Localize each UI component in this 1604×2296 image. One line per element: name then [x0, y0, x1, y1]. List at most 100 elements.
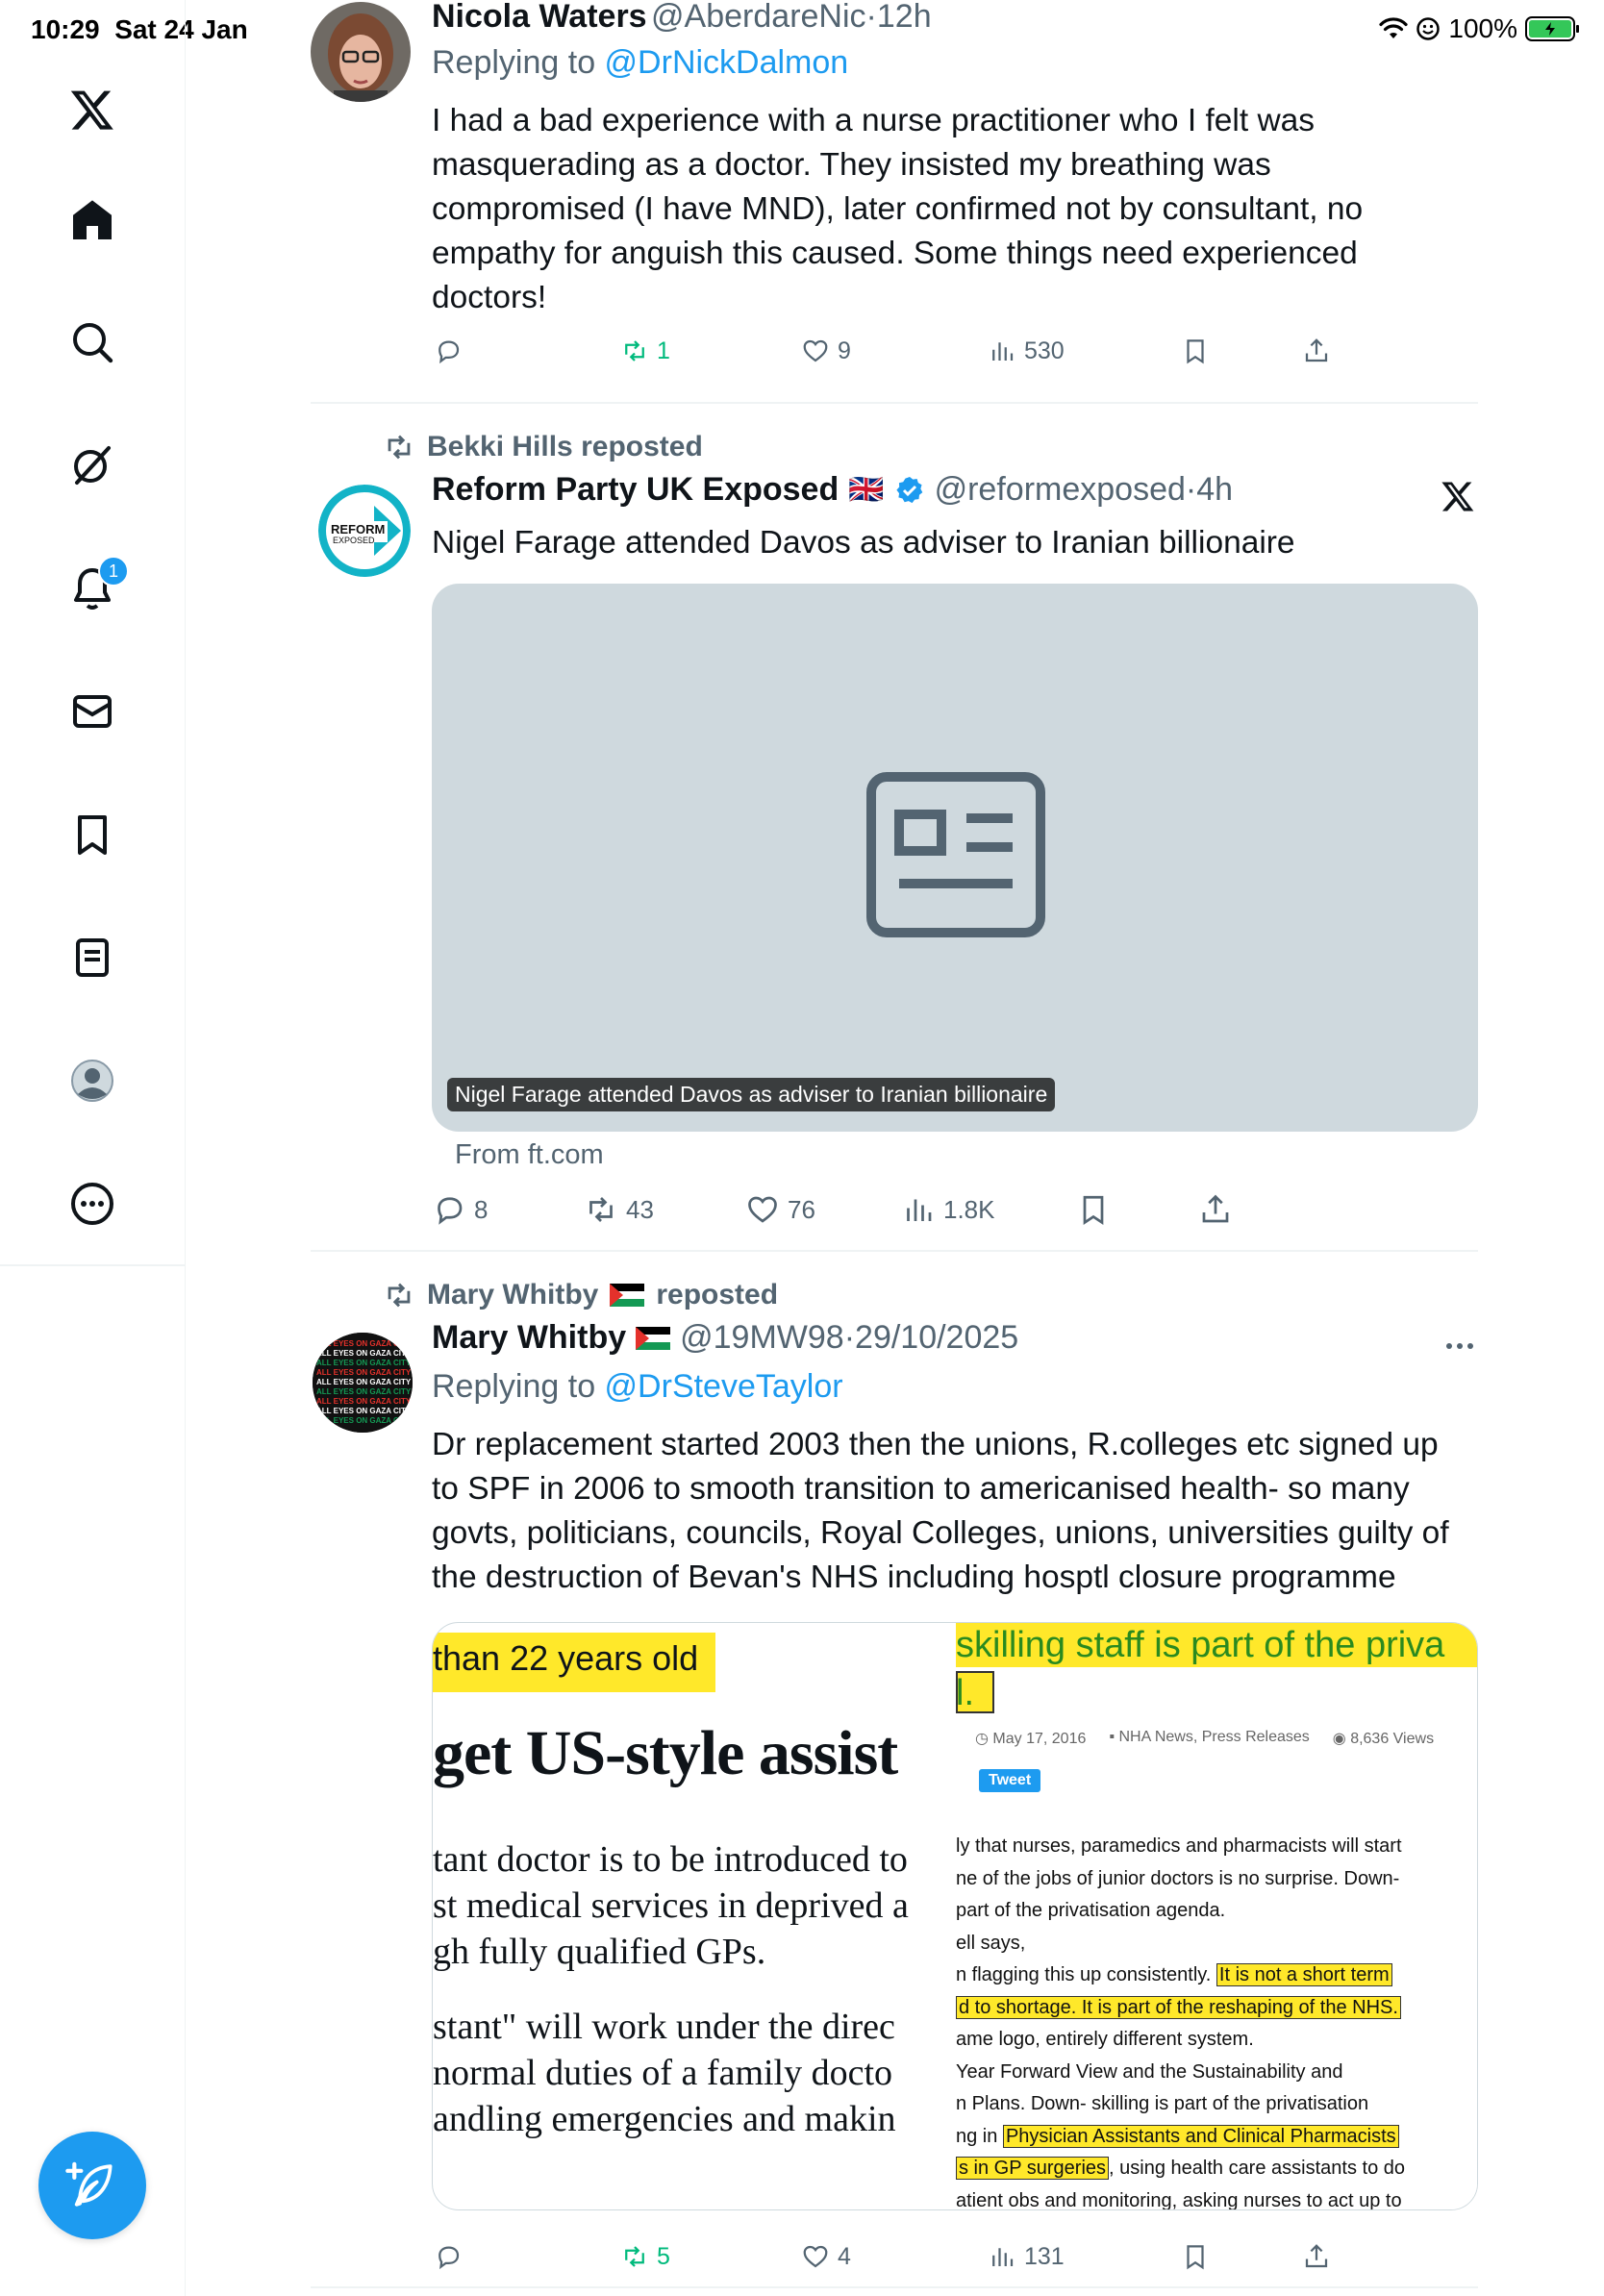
repost-context[interactable]: Bekki Hills reposted [383, 431, 703, 463]
views-button[interactable]: 530 [988, 337, 1065, 365]
tweet[interactable]: Nicola Waters @AberdareNic·12h Replying … [311, 0, 1478, 402]
home-icon[interactable] [58, 186, 127, 255]
timestamp[interactable]: 12h [877, 0, 932, 35]
share-button[interactable] [1302, 2242, 1331, 2271]
tweet-media[interactable]: than 22 years old get US-style assist ta… [432, 1622, 1478, 2210]
bookmark-button[interactable] [1181, 337, 1210, 365]
display-name[interactable]: Nicola Waters [432, 0, 647, 35]
like-button[interactable]: 9 [801, 337, 851, 365]
tweet[interactable]: Bekki Hills reposted REFORM EXPOSED Refo… [311, 404, 1478, 1250]
more-options-icon[interactable] [1445, 1340, 1474, 1352]
bookmark-button[interactable] [1076, 1192, 1111, 1227]
uk-flag-icon: 🇬🇧 [848, 474, 885, 506]
separator: · [865, 0, 877, 35]
views-button[interactable]: 1.8K [901, 1192, 995, 1227]
sidebar: 1 [0, 0, 186, 2296]
avatar[interactable]: ALL EYES ON GAZA CITY ALL EYES ON GAZA C… [313, 1333, 413, 1433]
highlighted-text: It is not a short term [1216, 1963, 1392, 1986]
views-chart-icon [992, 342, 1014, 361]
image-para-2: stant" will work under the direc normal … [433, 2004, 896, 2142]
image-right-line: n Plans. Down- skilling is part of the p… [956, 2088, 1405, 2121]
reply-count: 8 [474, 1194, 489, 1224]
separator: · [1185, 471, 1197, 508]
timestamp[interactable]: 29/10/2025 [855, 1319, 1018, 1356]
repost-button[interactable]: 5 [620, 2242, 670, 2271]
share-icon [1305, 2244, 1328, 2268]
separator: · [843, 1319, 856, 1356]
repost-count: 43 [626, 1194, 654, 1224]
messages-envelope-icon[interactable] [58, 677, 127, 746]
line-text: n flagging this up consistently. [956, 1964, 1216, 1985]
reply-target-link[interactable]: @DrSteveTaylor [605, 1368, 843, 1405]
repost-icon [625, 2246, 644, 2267]
handle[interactable]: @reformexposed [935, 471, 1186, 508]
tweet-btn-label: Tweet [989, 1772, 1032, 1788]
media-image-right[interactable]: skilling staff is part of the priva l. ◷… [956, 1623, 1477, 2209]
reply-button[interactable]: 8 [432, 1192, 488, 1227]
image-right-line: d to shortage. It is part of the reshapi… [956, 1992, 1405, 2025]
heart-icon [803, 2245, 828, 2268]
x-logo-icon[interactable] [58, 75, 127, 144]
grok-icon[interactable] [58, 431, 127, 500]
repost-context[interactable]: Mary Whitby reposted [383, 1279, 778, 1311]
avatar[interactable] [311, 2, 411, 102]
views-button[interactable]: 131 [988, 2242, 1065, 2271]
like-count: 4 [838, 2242, 851, 2270]
avatar-text: ALL EYES ON GAZA CITY [316, 1378, 412, 1386]
display-name[interactable]: Mary Whitby [432, 1319, 626, 1357]
timestamp[interactable]: 4h [1196, 471, 1233, 508]
link-card[interactable]: Nigel Farage attended Davos as adviser t… [432, 584, 1478, 1132]
replying-to: Replying to @DrSteveTaylor [432, 1368, 843, 1406]
image-para-1: tant doctor is to be introduced to st me… [433, 1836, 909, 1975]
image-tweet-button: Tweet [979, 1769, 1041, 1792]
handle[interactable]: @19MW98 [680, 1319, 844, 1356]
avatar-text: ALL EYES ON GAZA CITY [316, 1387, 412, 1396]
line-text: ne of the jobs of junior doctors is no s… [956, 1867, 1400, 1889]
bookmarks-icon[interactable] [58, 800, 127, 869]
compose-button[interactable] [38, 2132, 146, 2239]
verified-badge-icon [895, 476, 922, 503]
bookmark-button[interactable] [1181, 2242, 1210, 2271]
card-source[interactable]: From ft.com [455, 1139, 604, 1171]
like-count: 76 [788, 1194, 815, 1224]
media-image-left[interactable]: than 22 years old get US-style assist ta… [433, 1623, 952, 2209]
share-button[interactable] [1302, 337, 1331, 365]
profile-avatar-icon[interactable] [58, 1046, 127, 1115]
handle[interactable]: @AberdareNic [651, 0, 866, 35]
avatar[interactable]: REFORM EXPOSED [318, 485, 411, 577]
share-button[interactable] [1198, 1192, 1233, 1227]
image-highlight-text: than 22 years old [433, 1638, 699, 1678]
replying-prefix: Replying to [432, 44, 605, 81]
like-count: 9 [838, 337, 851, 364]
lists-icon[interactable] [58, 923, 127, 992]
repost-button[interactable]: 43 [584, 1192, 654, 1227]
line-text: ng in [956, 2125, 1003, 2147]
display-name[interactable]: Reform Party UK Exposed [432, 471, 839, 509]
repost-icon [625, 340, 644, 362]
reply-target-link[interactable]: @DrNickDalmon [605, 44, 849, 81]
image-line: stant" will work under the direc [433, 2007, 895, 2047]
search-icon[interactable] [58, 308, 127, 377]
tweet-actions: 8 43 76 1.8K [432, 1192, 1355, 1231]
highlighted-text: d to shortage. It is part of the reshapi… [956, 1995, 1401, 2019]
line-text: part of the privatisation agenda. [956, 1900, 1226, 1921]
share-icon [1305, 338, 1328, 362]
avatar-text: ALL EYES ON GAZA CITY [316, 1397, 412, 1406]
image-right-headline-2: l. [956, 1673, 974, 1713]
like-button[interactable]: 76 [745, 1192, 815, 1227]
repost-button[interactable]: 1 [620, 337, 670, 365]
image-right-line: Year Forward View and the Sustainability… [956, 2057, 1405, 2089]
reply-icon [438, 1197, 463, 1225]
image-right-meta: ◷ May 17, 2016 ▪ NHA News, Press Release… [975, 1729, 1435, 1747]
avatar-text: ALL EYES ON GAZA CITY [316, 1416, 412, 1425]
reply-button[interactable] [434, 2242, 470, 2271]
reply-button[interactable] [434, 337, 470, 365]
repost-by-label: Bekki Hills reposted [427, 431, 703, 462]
notifications-bell-icon[interactable]: 1 [58, 554, 129, 623]
tweet[interactable]: Mary Whitby reposted ALL EYES ON GAZA CI… [311, 1252, 1478, 2286]
more-icon[interactable] [58, 1169, 127, 1238]
view-count: 530 [1024, 337, 1065, 364]
avatar-text: ALL EYES ON GAZA CITY [316, 1368, 412, 1377]
like-button[interactable]: 4 [801, 2242, 851, 2271]
line-text: Year Forward View and the Sustainability… [956, 2060, 1343, 2083]
